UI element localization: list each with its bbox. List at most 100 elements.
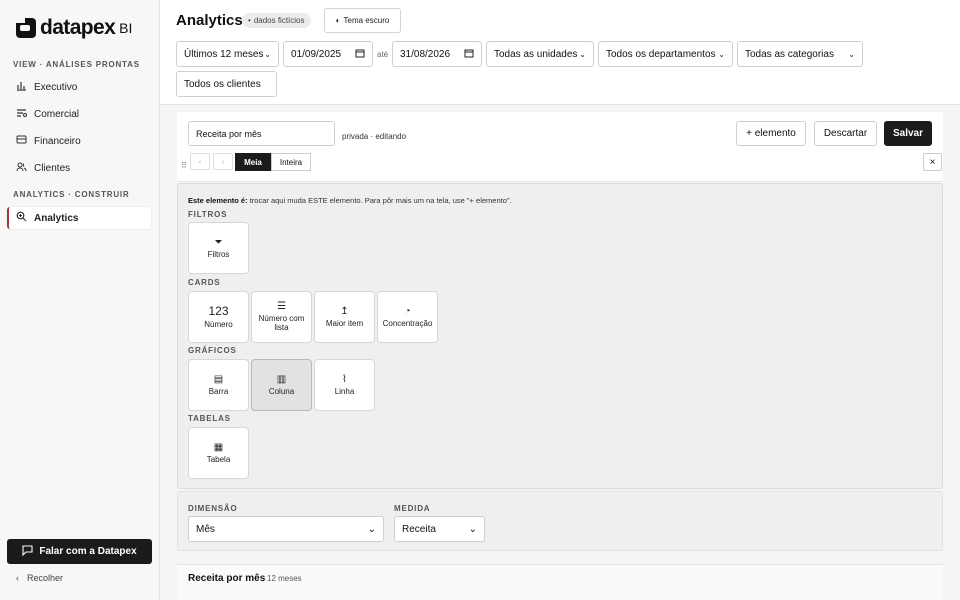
- period-value: Últimos 12 meses: [184, 48, 264, 60]
- categories-value: Todas as categorias: [745, 48, 834, 60]
- sidebar-item-clientes[interactable]: Clientes: [7, 157, 151, 179]
- size-half-button[interactable]: Meia: [235, 153, 271, 171]
- logo-mark-icon: [16, 18, 36, 38]
- date-to-value: 31/08/2026: [400, 48, 451, 60]
- tile-tabela[interactable]: ▦ Tabela: [188, 427, 249, 479]
- date-from-input[interactable]: 01/09/2025: [283, 41, 373, 67]
- discard-button[interactable]: Descartar: [814, 121, 877, 146]
- chevron-down-icon: ⌄: [848, 49, 855, 59]
- sidebar-item-label: Clientes: [34, 162, 71, 174]
- element-preview: Receita por mês 12 meses: [177, 564, 943, 600]
- sidebar-item-label: Executivo: [34, 81, 78, 93]
- tile-concentracao[interactable]: ◔ Concentração: [377, 291, 438, 343]
- column-chart-icon: ▥: [276, 373, 287, 385]
- clients-value: Todos os clientes: [184, 78, 261, 90]
- chevron-down-icon: ⌄: [264, 49, 271, 59]
- group-cards-label: CARDS: [188, 278, 221, 287]
- bar-chart-icon: [16, 80, 27, 94]
- chevron-down-icon: ⌄: [579, 49, 586, 59]
- tile-maior-item[interactable]: ↥ Maior item: [314, 291, 375, 343]
- cta-label: Falar com a Datapex: [39, 546, 137, 557]
- dropdown-icon: ⏷: [214, 236, 223, 248]
- logo-suffix: BI: [119, 20, 133, 36]
- date-range-separator: até: [377, 50, 389, 59]
- talk-to-datapex-button[interactable]: Falar com a Datapex: [7, 539, 152, 564]
- picker-hint-text: trocar aqui muda ESTE elemento. Para pôr…: [249, 196, 512, 205]
- users-icon: [16, 161, 27, 175]
- departments-select[interactable]: Todos os departamentos ⌄: [598, 41, 733, 67]
- group-tables-label: TABELAS: [188, 414, 231, 423]
- top-item-icon: ↥: [340, 305, 349, 317]
- number-icon: 123: [208, 303, 229, 318]
- page-header: Analytics • dados fictícios ◐ Tema escur…: [160, 0, 960, 105]
- picker-hint-bold: Este elemento é:: [188, 196, 248, 205]
- tile-label: Linha: [334, 386, 355, 396]
- calendar-icon: [355, 48, 365, 61]
- tile-linha[interactable]: ⌇ Linha: [314, 359, 375, 411]
- tile-filtros[interactable]: ⏷ Filtros: [188, 222, 249, 274]
- chevron-left-icon: ‹: [16, 573, 19, 583]
- collapse-label: Recolher: [27, 573, 64, 583]
- contrast-icon: ◐: [335, 16, 341, 25]
- group-filters-label: FILTROS: [188, 210, 228, 219]
- tile-label: Barra: [208, 386, 229, 396]
- tile-barra[interactable]: ▤ Barra: [188, 359, 249, 411]
- tile-label: Número com lista: [258, 314, 305, 332]
- dot-icon: •: [248, 16, 251, 25]
- size-full-button[interactable]: Inteira: [271, 153, 311, 171]
- units-value: Todas as unidades: [494, 48, 578, 60]
- dark-theme-button[interactable]: ◐ Tema escuro: [324, 8, 401, 33]
- preview-subtitle: 12 meses: [267, 574, 302, 583]
- chevron-down-icon: ⌄: [718, 49, 725, 59]
- move-left-button[interactable]: ‹: [190, 153, 210, 170]
- tile-label: Número: [204, 319, 233, 329]
- tile-label: Concentração: [382, 318, 433, 328]
- chevron-down-icon: ⌄: [367, 523, 376, 535]
- dimension-select[interactable]: Mês ⌄: [188, 516, 384, 542]
- clients-select[interactable]: Todos os clientes: [176, 71, 277, 97]
- collapse-sidebar-button[interactable]: ‹ Recolher: [16, 573, 63, 583]
- period-select[interactable]: Últimos 12 meses ⌄: [176, 41, 279, 67]
- logo[interactable]: datapex BI: [16, 16, 132, 40]
- tile-label: Maior item: [325, 318, 364, 328]
- element-size-bar: ⠿ ‹ › Meia Inteira ×: [177, 152, 943, 182]
- sidebar: datapex BI VIEW · ANÁLISES PRONTAS Execu…: [0, 0, 160, 600]
- sidebar-section-view: VIEW · ANÁLISES PRONTAS: [13, 60, 140, 69]
- departments-value: Todos os departamentos: [606, 48, 716, 60]
- sidebar-item-executivo[interactable]: Executivo: [7, 76, 151, 98]
- sidebar-item-comercial[interactable]: Comercial: [7, 103, 151, 125]
- dimension-measure-panel: DIMENSÃO Mês ⌄ MEDIDA Receita ⌄: [177, 491, 943, 551]
- tile-label: Coluna: [268, 386, 295, 396]
- move-right-button[interactable]: ›: [213, 153, 233, 170]
- tile-numero-com-lista[interactable]: ☰ Número com lista: [251, 291, 312, 343]
- date-to-input[interactable]: 31/08/2026: [392, 41, 482, 67]
- chat-icon: [22, 544, 33, 559]
- measure-label: MEDIDA: [394, 504, 431, 513]
- tile-label: Filtros: [207, 249, 230, 259]
- measure-select[interactable]: Receita ⌄: [394, 516, 485, 542]
- list-icon: ☰: [277, 301, 286, 313]
- sidebar-item-label: Financeiro: [34, 135, 81, 147]
- tile-numero[interactable]: 123 Número: [188, 291, 249, 343]
- save-button[interactable]: Salvar: [884, 121, 932, 146]
- tile-label: Tabela: [206, 454, 231, 464]
- sidebar-section-analytics: ANALYTICS · CONSTRUIR: [13, 190, 130, 199]
- zoom-icon: [16, 211, 27, 225]
- filter-lines-icon: [16, 107, 27, 121]
- sidebar-item-analytics[interactable]: Analytics: [7, 207, 151, 229]
- page-title: Analytics: [176, 12, 243, 29]
- measure-value: Receita: [402, 523, 436, 535]
- close-icon[interactable]: ×: [923, 153, 942, 171]
- line-chart-icon: ⌇: [342, 373, 347, 385]
- sidebar-item-financeiro[interactable]: Financeiro: [7, 130, 151, 152]
- fake-data-badge: • dados fictícios: [242, 13, 311, 28]
- fake-data-badge-label: dados fictícios: [253, 16, 305, 25]
- element-name-input[interactable]: Receita por mês: [188, 121, 335, 146]
- pie-icon: ◔: [404, 305, 411, 317]
- drag-handle-icon[interactable]: ⠿: [181, 161, 187, 170]
- categories-select[interactable]: Todas as categorias ⌄: [737, 41, 863, 67]
- units-select[interactable]: Todas as unidades ⌄: [486, 41, 594, 67]
- tile-coluna[interactable]: ▥ Coluna: [251, 359, 312, 411]
- add-element-button[interactable]: + elemento: [736, 121, 806, 146]
- table-icon: ▦: [213, 441, 224, 453]
